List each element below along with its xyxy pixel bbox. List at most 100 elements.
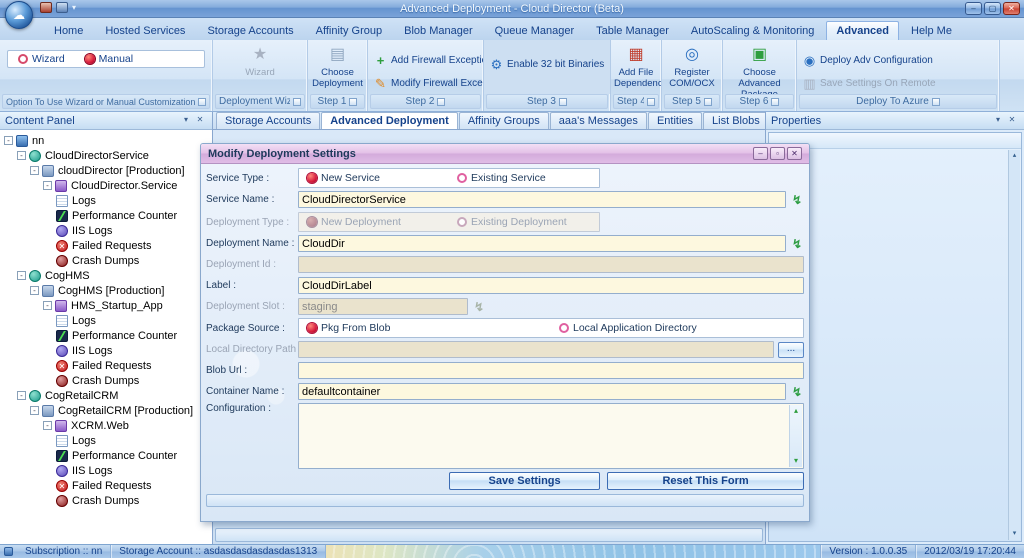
pin-icon[interactable]: ▾	[179, 114, 193, 127]
field-action-icon[interactable]: ↯	[790, 193, 804, 207]
label-input[interactable]	[298, 277, 804, 294]
dialog-launcher-icon[interactable]	[349, 98, 357, 106]
group-caption[interactable]: Deploy To Azure	[799, 94, 997, 109]
group-caption[interactable]: Step 4	[613, 94, 659, 109]
ribbon-tab-help-me[interactable]: Help Me	[901, 21, 962, 40]
tree-item-logs[interactable]: Logs	[0, 193, 212, 208]
close-button[interactable]: ✕	[1003, 2, 1020, 15]
configuration-textarea[interactable]: ▴▾	[298, 403, 804, 469]
tree-item-clouddirector-production[interactable]: -cloudDirector [Production]	[0, 163, 212, 178]
tree-item-hms-startup-app[interactable]: -HMS_Startup_App	[0, 298, 212, 313]
ribbon-tab-storage-accounts[interactable]: Storage Accounts	[197, 21, 303, 40]
tree-item-xcrm-web[interactable]: -XCRM.Web	[0, 418, 212, 433]
document-tab-storage-accounts[interactable]: Storage Accounts	[216, 112, 320, 129]
qat-window-icon[interactable]	[40, 2, 52, 13]
dialog-launcher-icon[interactable]	[198, 98, 206, 106]
tree-expander-icon[interactable]: -	[17, 391, 26, 400]
document-tab-aaa-s-messages[interactable]: aaa's Messages	[550, 112, 647, 129]
service-name-input[interactable]	[298, 191, 786, 208]
tree-expander-icon[interactable]: -	[30, 286, 39, 295]
ribbon-tab-blob-manager[interactable]: Blob Manager	[394, 21, 483, 40]
add-firewall-exception-button[interactable]: +Add Firewall Exception	[371, 50, 483, 71]
group-caption[interactable]: Step 2	[370, 94, 481, 109]
textarea-scrollbar[interactable]: ▴▾	[789, 405, 802, 467]
existing-service-radio[interactable]: Existing Service	[449, 172, 599, 184]
close-panel-icon[interactable]: ✕	[1005, 114, 1019, 127]
tree-item-performance-counter[interactable]: Performance Counter	[0, 208, 212, 223]
title-bar[interactable]: Advanced Deployment - Cloud Director (Be…	[0, 0, 1024, 18]
document-tab-list-blobs[interactable]: List Blobs	[703, 112, 769, 129]
qat-save-icon[interactable]	[56, 2, 68, 13]
tree-expander-icon[interactable]: -	[43, 301, 52, 310]
tree-item-cogretailcrm[interactable]: -CogRetailCRM	[0, 388, 212, 403]
blob-url-input[interactable]	[298, 362, 804, 379]
ribbon-tab-home[interactable]: Home	[44, 21, 93, 40]
tree-item-iis-logs[interactable]: IIS Logs	[0, 343, 212, 358]
minimize-button[interactable]: –	[965, 2, 982, 15]
field-action-icon[interactable]: ↯	[790, 237, 804, 251]
browse-button[interactable]: ...	[778, 342, 804, 358]
tree-item-crash-dumps[interactable]: Crash Dumps	[0, 253, 212, 268]
group-caption[interactable]: Step 1	[310, 94, 365, 109]
dialog-launcher-icon[interactable]	[437, 98, 445, 106]
wizard-button[interactable]: ★Wizard	[216, 43, 304, 94]
dialog-launcher-icon[interactable]	[771, 98, 779, 106]
pkg-from-blob-radio[interactable]: Pkg From Blob	[299, 322, 551, 334]
dialog-close-button[interactable]: ✕	[787, 147, 802, 160]
save-settings-button[interactable]: Save Settings	[449, 472, 600, 490]
field-action-icon[interactable]: ↯	[790, 385, 804, 399]
dialog-launcher-icon[interactable]	[559, 98, 567, 106]
horizontal-scrollbar[interactable]	[215, 528, 763, 542]
document-tab-affinity-groups[interactable]: Affinity Groups	[459, 112, 549, 129]
tree-item-logs[interactable]: Logs	[0, 313, 212, 328]
close-panel-icon[interactable]: ✕	[193, 114, 207, 127]
scroll-up-icon[interactable]: ▴	[790, 405, 802, 417]
new-service-radio[interactable]: New Service	[299, 172, 449, 184]
group-caption[interactable]: Deployment Wizard	[215, 94, 305, 109]
choose-deployment-button[interactable]: ▤Choose Deployment	[311, 43, 364, 94]
tree-item-clouddirectorservice[interactable]: -CloudDirectorService	[0, 148, 212, 163]
pin-icon[interactable]: ▾	[991, 114, 1005, 127]
tree-item-performance-counter[interactable]: Performance Counter	[0, 448, 212, 463]
tree-item-iis-logs[interactable]: IIS Logs	[0, 223, 212, 238]
enable-32-bit-binaries-button[interactable]: ⚙Enable 32 bit Binaries	[487, 54, 606, 75]
tree-item-nn[interactable]: -nn	[0, 133, 212, 148]
tree-item-coghms[interactable]: -CogHMS	[0, 268, 212, 283]
local-application-directory-radio[interactable]: Local Application Directory	[551, 322, 803, 334]
tree-item-coghms-production[interactable]: -CogHMS [Production]	[0, 283, 212, 298]
ribbon-tab-advanced[interactable]: Advanced	[826, 21, 899, 40]
group-caption[interactable]: Step 3	[486, 94, 608, 109]
deploy-adv-configuration-button[interactable]: ◉Deploy Adv Configuration	[800, 50, 935, 71]
group-caption[interactable]: Step 5	[664, 94, 720, 109]
scroll-down-icon[interactable]: ▾	[1009, 528, 1020, 540]
group-caption[interactable]: Step 6	[725, 94, 794, 109]
deployment-name-input[interactable]	[298, 235, 786, 252]
modify-firewall-exception-button[interactable]: ✎Modify Firewall Exception	[371, 73, 483, 94]
dialog-titlebar[interactable]: Modify Deployment Settings – ▫ ✕	[201, 144, 809, 164]
scroll-up-icon[interactable]: ▴	[1009, 150, 1020, 162]
dialog-launcher-icon[interactable]	[932, 98, 940, 106]
tree-expander-icon[interactable]: -	[43, 421, 52, 430]
tree-expander-icon[interactable]: -	[17, 151, 26, 160]
choose-advanced-package-button[interactable]: ▣Choose Advanced Package	[726, 43, 793, 94]
ribbon-tab-queue-manager[interactable]: Queue Manager	[485, 21, 585, 40]
tree-item-failed-requests[interactable]: ✕Failed Requests	[0, 478, 212, 493]
dialog-launcher-icon[interactable]	[647, 98, 655, 106]
tree-expander-icon[interactable]: -	[30, 166, 39, 175]
ribbon-tab-affinity-group[interactable]: Affinity Group	[306, 21, 392, 40]
vertical-scrollbar[interactable]: ▴ ▾	[1008, 150, 1020, 540]
tree-item-clouddirector-service[interactable]: -CloudDirector.Service	[0, 178, 212, 193]
tree-item-failed-requests[interactable]: ✕Failed Requests	[0, 358, 212, 373]
document-tab-entities[interactable]: Entities	[648, 112, 702, 129]
dialog-bottom-scrollbar[interactable]	[206, 494, 804, 507]
ribbon-tab-hosted-services[interactable]: Hosted Services	[95, 21, 195, 40]
tree-item-failed-requests[interactable]: ✕Failed Requests	[0, 238, 212, 253]
dialog-minimize-button[interactable]: –	[753, 147, 768, 160]
tree-item-logs[interactable]: Logs	[0, 433, 212, 448]
document-tab-advanced-deployment[interactable]: Advanced Deployment	[321, 112, 458, 129]
tree-item-crash-dumps[interactable]: Crash Dumps	[0, 493, 212, 508]
tree-expander-icon[interactable]: -	[17, 271, 26, 280]
tree-expander-icon[interactable]: -	[4, 136, 13, 145]
group-caption[interactable]: Option To Use Wizard or Manual Customiza…	[2, 94, 210, 109]
tree-expander-icon[interactable]: -	[43, 181, 52, 190]
